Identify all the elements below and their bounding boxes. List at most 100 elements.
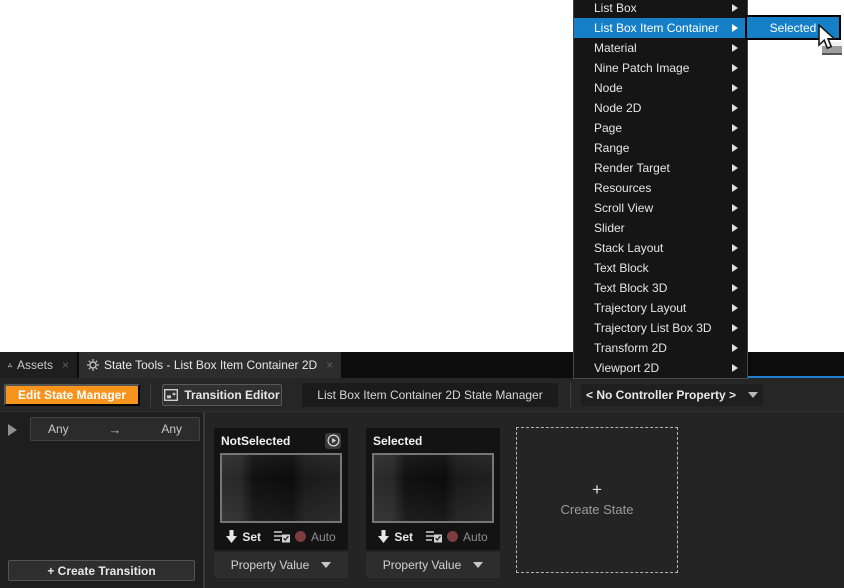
toolbar-separator [570, 383, 571, 407]
toolbar-separator [150, 383, 151, 407]
submenu-arrow-icon [732, 204, 738, 212]
state-card-selected[interactable]: Selected Set [366, 428, 500, 550]
transition-editor-button[interactable]: Transition Editor [162, 384, 282, 406]
menu-item-material[interactable]: Material [574, 38, 747, 58]
state-tools-toolbar: Edit State Manager Transition Editor Lis… [0, 378, 844, 412]
menu-item-page[interactable]: Page [574, 118, 747, 138]
chevron-down-icon [748, 392, 758, 398]
submenu-arrow-icon [732, 264, 738, 272]
submenu-arrow-icon [732, 184, 738, 192]
menu-item-slider[interactable]: Slider [574, 218, 747, 238]
auto-indicator-icon[interactable] [447, 531, 458, 542]
submenu-arrow-icon [732, 44, 738, 52]
set-down-arrow-icon[interactable] [378, 530, 389, 543]
submenu-arrow-icon [732, 84, 738, 92]
submenu-arrow-icon [732, 284, 738, 292]
chevron-down-icon [473, 562, 483, 568]
transition-editor-label: Transition Editor [184, 388, 279, 402]
tab-assets-label: Assets [17, 358, 53, 372]
set-label[interactable]: Set [394, 530, 413, 544]
transition-any-any-row[interactable]: Any → Any [30, 417, 200, 441]
state-card-footer: Set Auto [366, 523, 500, 550]
state-preview-thumbnail[interactable] [220, 453, 342, 523]
create-state-label: Create State [561, 502, 634, 517]
menu-item-viewport-2d[interactable]: Viewport 2D [574, 358, 747, 378]
submenu-arrow-icon [732, 364, 738, 372]
submenu-arrow-icon [732, 164, 738, 172]
menu-item-render-target[interactable]: Render Target [574, 158, 747, 178]
menu-item-node-2d[interactable]: Node 2D [574, 98, 747, 118]
menu-item-list-box-item-container[interactable]: List Box Item Container [574, 18, 747, 38]
transition-editor-icon [164, 389, 178, 401]
property-value-dropdown-notselected[interactable]: Property Value [214, 552, 348, 578]
state-name-label: NotSelected [221, 434, 325, 448]
menu-item-trajectory-layout[interactable]: Trajectory Layout [574, 298, 747, 318]
property-value-label: Property Value [383, 558, 462, 572]
tab-state-tools[interactable]: State Tools - List Box Item Container 2D… [79, 352, 341, 378]
create-state-button[interactable]: + Create State [516, 427, 678, 573]
menu-item-stack-layout[interactable]: Stack Layout [574, 238, 747, 258]
menu-item-nine-patch-image[interactable]: Nine Patch Image [574, 58, 747, 78]
auto-indicator-icon[interactable] [295, 531, 306, 542]
tab-state-tools-close-icon[interactable]: × [326, 358, 333, 372]
submenu-arrow-icon [732, 4, 738, 12]
controller-property-dropdown[interactable]: < No Controller Property > [581, 384, 763, 406]
set-down-arrow-icon[interactable] [226, 530, 237, 543]
state-card-notselected[interactable]: NotSelected Set [214, 428, 348, 550]
submenu-arrow-icon [732, 324, 738, 332]
set-label[interactable]: Set [242, 530, 261, 544]
state-tools-icon [87, 359, 99, 371]
state-manager-content: Any → Any + Create Transition NotSelecte… [0, 412, 844, 588]
property-value-dropdown-selected[interactable]: Property Value [366, 552, 500, 578]
expander-arrow-icon[interactable] [8, 424, 17, 436]
property-value-label: Property Value [231, 558, 310, 572]
plus-icon: + [592, 483, 602, 497]
list-checkbox-icon[interactable] [426, 530, 442, 543]
state-manager-name-label: List Box Item Container 2D State Manager [302, 383, 558, 407]
tab-assets-close-icon[interactable]: × [62, 358, 69, 372]
controller-property-value: < No Controller Property > [586, 388, 736, 402]
state-card-header: NotSelected [214, 428, 348, 453]
transitions-pane: Any → Any + Create Transition [0, 412, 205, 588]
menu-item-range[interactable]: Range [574, 138, 747, 158]
context-menu: List Box List Box Item Container Materia… [573, 0, 748, 379]
create-transition-button[interactable]: + Create Transition [8, 560, 195, 581]
transition-to-label: Any [161, 422, 182, 436]
list-checkbox-icon[interactable] [274, 530, 290, 543]
submenu-arrow-icon [732, 304, 738, 312]
submenu-arrow-icon [732, 124, 738, 132]
assets-icon [8, 360, 12, 371]
menu-item-list-box[interactable]: List Box [574, 0, 747, 18]
active-panel-indicator [748, 376, 844, 378]
tab-assets[interactable]: Assets × [0, 352, 77, 378]
submenu-arrow-icon [732, 24, 738, 32]
menu-item-text-block[interactable]: Text Block [574, 258, 747, 278]
play-circle-icon [327, 434, 340, 447]
states-pane: NotSelected Set [205, 412, 844, 588]
menu-item-trajectory-list-box-3d[interactable]: Trajectory List Box 3D [574, 318, 747, 338]
state-tools-panel: Assets × State Tools - List Box Item Con… [0, 352, 844, 588]
chevron-down-icon [321, 562, 331, 568]
menu-item-resources[interactable]: Resources [574, 178, 747, 198]
menu-item-transform-2d[interactable]: Transform 2D [574, 338, 747, 358]
state-preview-thumbnail[interactable] [372, 453, 494, 523]
state-preview-play-button[interactable] [325, 433, 341, 449]
menu-item-node[interactable]: Node [574, 78, 747, 98]
auto-label[interactable]: Auto [311, 530, 336, 544]
submenu-arrow-icon [732, 64, 738, 72]
state-card-header: Selected [366, 428, 500, 453]
app-screen: Assets × State Tools - List Box Item Con… [0, 0, 844, 588]
menu-item-text-block-3d[interactable]: Text Block 3D [574, 278, 747, 298]
auto-label[interactable]: Auto [463, 530, 488, 544]
edit-state-manager-button[interactable]: Edit State Manager [4, 384, 140, 406]
submenu-arrow-icon [732, 144, 738, 152]
tab-state-tools-label: State Tools - List Box Item Container 2D [104, 358, 317, 372]
menu-item-scroll-view[interactable]: Scroll View [574, 198, 747, 218]
state-card-footer: Set Auto [214, 523, 348, 550]
submenu-arrow-icon [732, 244, 738, 252]
submenu-arrow-icon [732, 104, 738, 112]
mouse-cursor [816, 24, 838, 51]
submenu-arrow-icon [732, 344, 738, 352]
transition-arrow-icon: → [109, 422, 122, 437]
state-name-label: Selected [373, 434, 493, 448]
